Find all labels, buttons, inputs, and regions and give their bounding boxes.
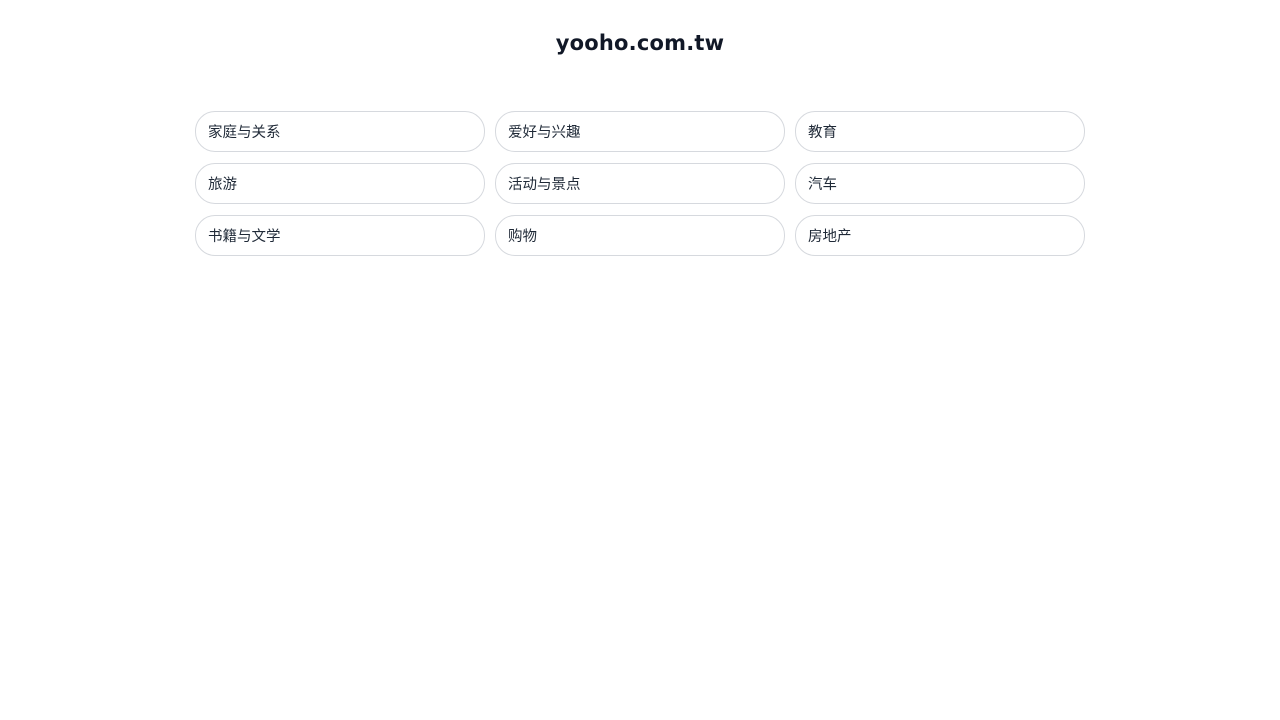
category-label: 购物 (508, 229, 537, 245)
category-link-shopping[interactable]: 购物 (495, 215, 785, 256)
category-label: 家庭与关系 (208, 125, 281, 141)
category-link-education[interactable]: 教育 (795, 111, 1085, 152)
category-link-events-attractions[interactable]: 活动与景点 (495, 163, 785, 204)
category-label: 活动与景点 (508, 177, 581, 193)
category-link-automotive[interactable]: 汽车 (795, 163, 1085, 204)
category-label: 汽车 (808, 177, 837, 193)
category-label: 书籍与文学 (208, 229, 281, 245)
page: yooho.com.tw 家庭与关系 爱好与兴趣 教育 旅游 活动与景点 汽车 … (0, 0, 1280, 720)
category-label: 旅游 (208, 177, 237, 193)
category-link-books-literature[interactable]: 书籍与文学 (195, 215, 485, 256)
category-link-family-relationships[interactable]: 家庭与关系 (195, 111, 485, 152)
site-title: yooho.com.tw (555, 31, 725, 55)
category-label: 教育 (808, 125, 837, 141)
category-link-hobbies-interests[interactable]: 爱好与兴趣 (495, 111, 785, 152)
category-grid: 家庭与关系 爱好与兴趣 教育 旅游 活动与景点 汽车 书籍与文学 购物 房地产 (195, 111, 1085, 256)
category-link-travel[interactable]: 旅游 (195, 163, 485, 204)
category-label: 房地产 (808, 229, 852, 245)
category-link-real-estate[interactable]: 房地产 (795, 215, 1085, 256)
category-label: 爱好与兴趣 (508, 125, 581, 141)
